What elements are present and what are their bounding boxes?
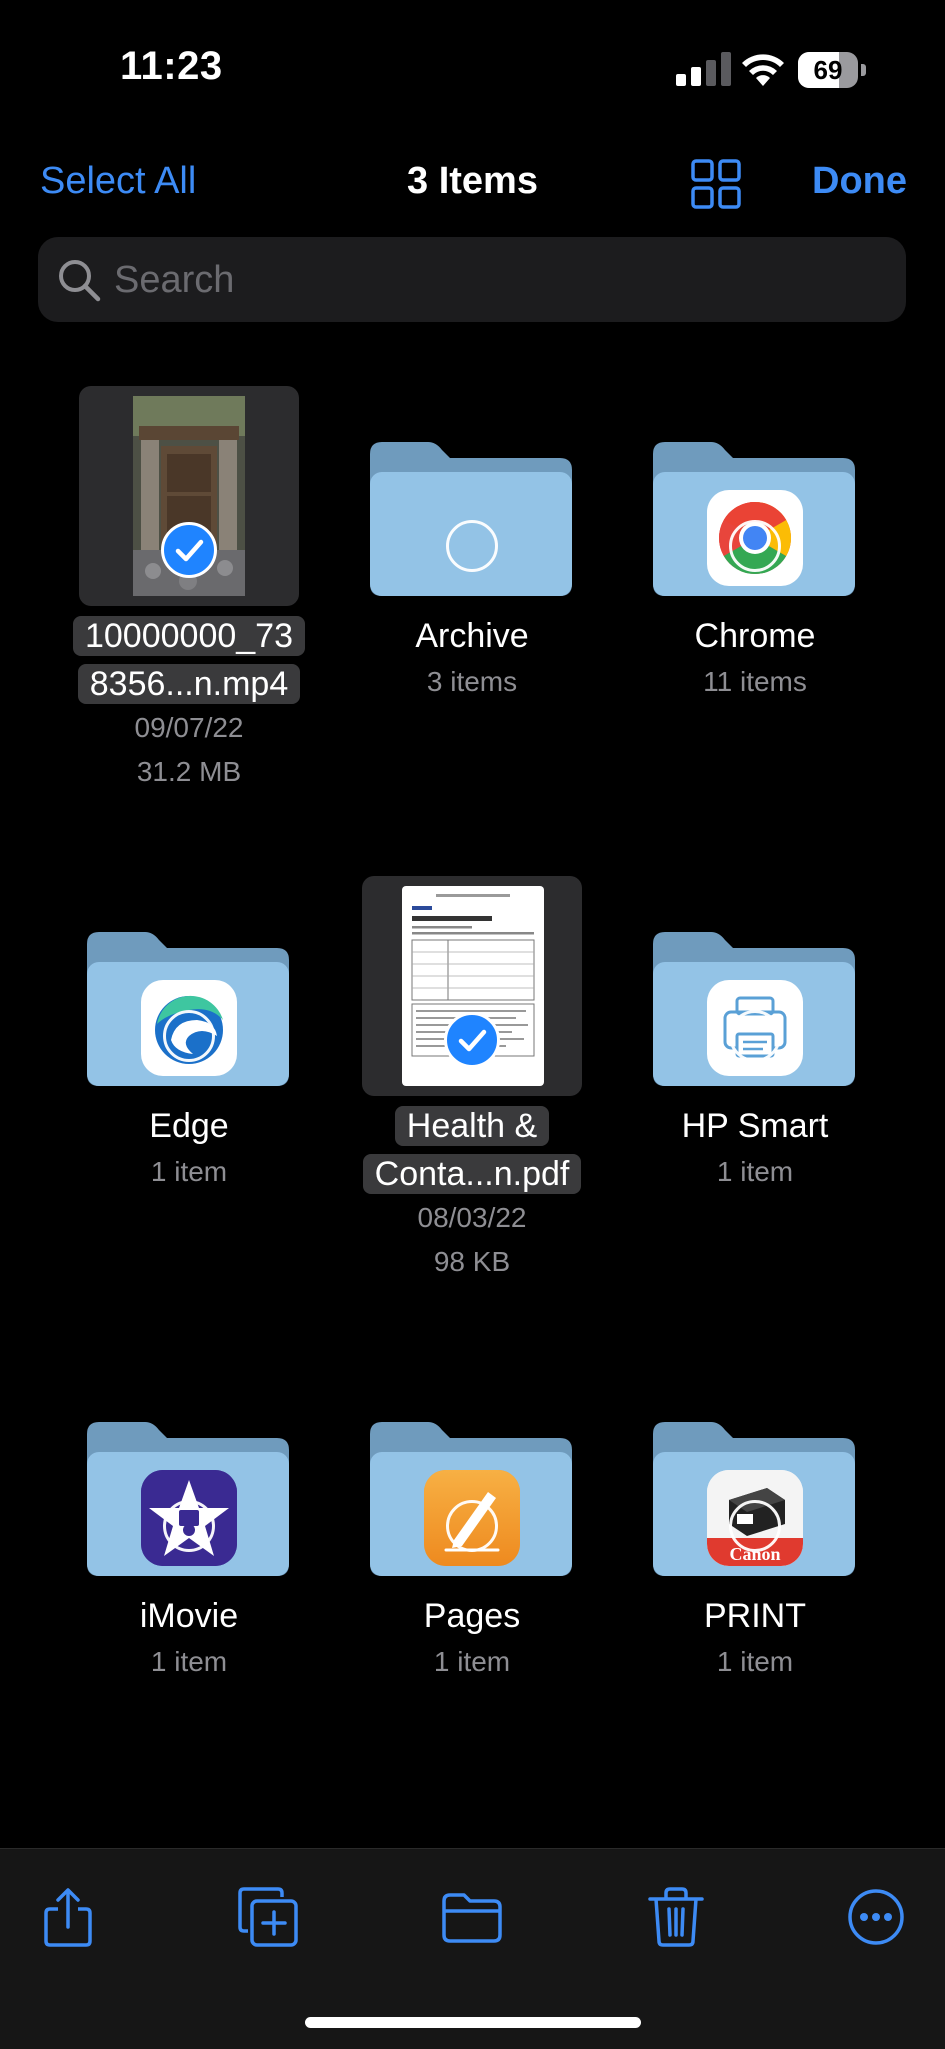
folder-item-count: 1 item: [716, 1646, 794, 1677]
folder-item-count: 1 item: [433, 1646, 511, 1677]
folder-item-hp-smart[interactable]: HP Smart 1 item: [595, 876, 915, 1216]
folder-name: Archive: [415, 617, 529, 655]
search-input[interactable]: [112, 237, 886, 324]
duplicate-icon[interactable]: [236, 1885, 300, 1949]
selection-circle[interactable]: [446, 1500, 498, 1552]
file-size: 98 KB: [433, 1246, 511, 1277]
selection-circle[interactable]: [163, 1500, 215, 1552]
file-item-video[interactable]: 10000000_73 8356...n.mp4 09/07/22 31.2 M…: [29, 386, 349, 806]
folder-item-chrome[interactable]: Chrome 11 items: [595, 386, 915, 726]
folder-item-imovie[interactable]: iMovie 1 item: [29, 1366, 349, 1706]
wifi-icon: [742, 54, 784, 86]
folder-name: iMovie: [139, 1597, 239, 1635]
folder-name: Pages: [423, 1597, 521, 1635]
selection-circle[interactable]: [163, 1010, 215, 1062]
grid-view-icon[interactable]: [690, 158, 742, 210]
share-icon[interactable]: [36, 1885, 100, 1949]
file-name: Health & Conta...n.pdf: [312, 1102, 632, 1198]
battery-icon: 69: [798, 52, 868, 88]
folder-name: Chrome: [694, 617, 816, 655]
file-size: 31.2 MB: [136, 756, 242, 787]
search-icon: [59, 260, 101, 302]
status-time: 11:23: [120, 44, 223, 88]
selection-circle[interactable]: [729, 1500, 781, 1552]
battery-level: 69: [813, 55, 843, 85]
selection-circle[interactable]: [446, 520, 498, 572]
folder-item-pages[interactable]: Pages 1 item: [312, 1366, 632, 1706]
folder-item-archive[interactable]: Archive 3 items: [312, 386, 632, 726]
select-all-button[interactable]: Select All: [40, 160, 196, 203]
folder-item-count: 1 item: [716, 1156, 794, 1187]
move-folder-icon[interactable]: [440, 1885, 504, 1949]
folder-name: HP Smart: [681, 1107, 829, 1145]
file-date: 08/03/22: [417, 1202, 527, 1233]
navigation-bar: Select All 3 Items Done: [0, 150, 945, 216]
file-name: 10000000_73 8356...n.mp4: [29, 612, 349, 708]
checkmark-icon: [175, 539, 204, 562]
selected-checkmark[interactable]: [161, 522, 217, 578]
folder-name: Edge: [149, 1107, 229, 1145]
folder-item-count: 3 items: [426, 666, 518, 697]
folder-item-count: 1 item: [150, 1156, 228, 1187]
folder-item-print[interactable]: Canon PRINT 1 item: [595, 1366, 915, 1706]
home-indicator[interactable]: [305, 2017, 641, 2028]
file-date: 09/07/22: [134, 712, 244, 743]
trash-icon[interactable]: [644, 1885, 708, 1949]
checkmark-icon: [458, 1029, 487, 1052]
cellular-signal-icon: [676, 52, 731, 86]
folder-icon: [370, 442, 572, 596]
done-button[interactable]: Done: [812, 160, 907, 203]
file-item-pdf[interactable]: Health & Conta...n.pdf 08/03/22 98 KB: [312, 876, 632, 1296]
folder-item-edge[interactable]: Edge 1 item: [29, 876, 349, 1216]
selected-checkmark[interactable]: [444, 1012, 500, 1068]
folder-item-count: 1 item: [150, 1646, 228, 1677]
selection-circle[interactable]: [729, 1010, 781, 1062]
selection-circle[interactable]: [729, 520, 781, 572]
folder-item-count: 11 items: [703, 666, 807, 697]
more-icon[interactable]: [844, 1885, 908, 1949]
folder-name: PRINT: [704, 1597, 806, 1635]
status-bar: 11:23 69: [0, 0, 945, 140]
search-bar: [38, 237, 906, 324]
